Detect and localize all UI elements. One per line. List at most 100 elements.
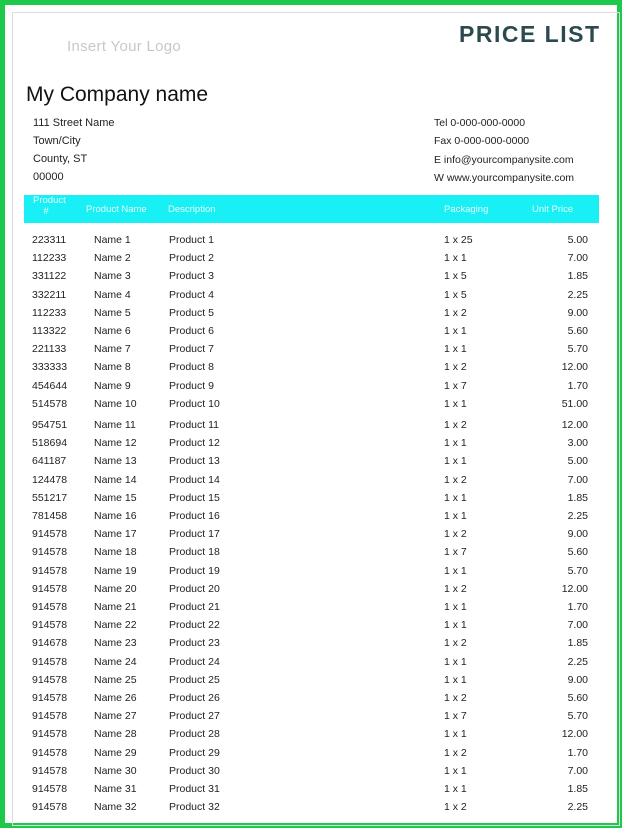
- row-code: 914578: [32, 747, 68, 759]
- row-description: Product 17: [169, 528, 220, 540]
- row-price: 1.85: [567, 637, 588, 649]
- table-row: 331122 Name 3 Product 3 1 x 5 1.85: [0, 270, 600, 286]
- table-row: 914578 Name 17 Product 17 1 x 2 9.00: [0, 528, 600, 544]
- row-price: 1.70: [567, 601, 588, 613]
- row-description: Product 19: [169, 565, 220, 577]
- row-name: Name 32: [94, 801, 137, 813]
- row-packaging: 1 x 1: [444, 565, 467, 577]
- table-row: 112233 Name 2 Product 2 1 x 1 7.00: [0, 252, 600, 268]
- row-description: Product 16: [169, 510, 220, 522]
- contact-email: E info@yourcompanysite.com: [434, 154, 574, 166]
- row-price: 2.25: [567, 510, 588, 522]
- row-description: Product 5: [169, 307, 214, 319]
- row-name: Name 21: [94, 601, 137, 613]
- row-name: Name 24: [94, 656, 137, 668]
- row-price: 5.00: [567, 234, 588, 246]
- row-price: 12.00: [561, 728, 588, 740]
- row-description: Product 4: [169, 289, 214, 301]
- address-street: 111 Street Name: [33, 117, 115, 129]
- row-description: Product 22: [169, 619, 220, 631]
- row-description: Product 13: [169, 455, 220, 467]
- row-price: 1.85: [567, 492, 588, 504]
- table-row: 781458 Name 16 Product 16 1 x 1 2.25: [0, 510, 600, 526]
- row-name: Name 10: [94, 398, 137, 410]
- table-row: 914578 Name 29 Product 29 1 x 2 1.70: [0, 747, 600, 763]
- row-name: Name 11: [94, 419, 136, 431]
- row-packaging: 1 x 2: [444, 307, 467, 319]
- row-description: Product 9: [169, 380, 214, 392]
- row-price: 5.60: [567, 325, 588, 337]
- row-name: Name 30: [94, 765, 137, 777]
- row-packaging: 1 x 7: [444, 380, 467, 392]
- row-name: Name 23: [94, 637, 137, 649]
- row-description: Product 27: [169, 710, 220, 722]
- row-code: 914578: [32, 619, 68, 631]
- row-code: 113322: [32, 325, 67, 337]
- row-price: 7.00: [567, 765, 588, 777]
- row-name: Name 18: [94, 546, 137, 558]
- row-packaging: 1 x 1: [444, 252, 467, 264]
- row-description: Product 28: [169, 728, 220, 740]
- logo-placeholder: Insert Your Logo: [67, 38, 182, 55]
- row-price: 12.00: [561, 361, 588, 373]
- row-name: Name 27: [94, 710, 137, 722]
- row-packaging: 1 x 2: [444, 692, 467, 704]
- row-name: Name 9: [94, 380, 131, 392]
- row-price: 1.70: [567, 747, 588, 759]
- row-price: 7.00: [567, 252, 588, 264]
- row-name: Name 15: [94, 492, 137, 504]
- row-packaging: 1 x 2: [444, 361, 467, 373]
- table-row: 112233 Name 5 Product 5 1 x 2 9.00: [0, 307, 600, 323]
- table-row: 914578 Name 30 Product 30 1 x 1 7.00: [0, 765, 600, 781]
- row-description: Product 6: [169, 325, 214, 337]
- row-code: 551217: [32, 492, 68, 504]
- table-row: 221133 Name 7 Product 7 1 x 1 5.70: [0, 343, 600, 359]
- table-row: 518694 Name 12 Product 12 1 x 1 3.00: [0, 437, 600, 453]
- row-code: 914578: [32, 765, 68, 777]
- address-county: County, ST: [33, 153, 88, 165]
- row-packaging: 1 x 5: [444, 289, 467, 301]
- row-description: Product 18: [169, 546, 220, 558]
- row-packaging: 1 x 2: [444, 801, 467, 813]
- row-name: Name 22: [94, 619, 137, 631]
- row-code: 454644: [32, 380, 68, 392]
- row-packaging: 1 x 1: [444, 492, 467, 504]
- contact-tel: Tel 0-000-000-0000: [434, 117, 526, 129]
- row-packaging: 1 x 1: [444, 765, 467, 777]
- table-row: 914578 Name 20 Product 20 1 x 2 12.00: [0, 583, 600, 599]
- row-packaging: 1 x 5: [444, 270, 467, 282]
- row-name: Name 28: [94, 728, 137, 740]
- row-packaging: 1 x 1: [444, 325, 467, 337]
- row-price: 5.60: [567, 546, 588, 558]
- row-name: Name 31: [94, 783, 137, 795]
- row-code: 221133: [32, 343, 67, 355]
- row-code: 331122: [32, 270, 67, 282]
- row-packaging: 1 x 2: [444, 747, 467, 759]
- row-code: 914578: [32, 546, 68, 558]
- row-code: 914578: [32, 710, 68, 722]
- row-price: 5.00: [567, 455, 588, 467]
- row-code: 112233: [32, 252, 67, 264]
- row-packaging: 1 x 1: [444, 656, 467, 668]
- row-packaging: 1 x 25: [444, 234, 473, 246]
- row-price: 5.70: [567, 343, 588, 355]
- row-code: 914578: [32, 692, 68, 704]
- row-description: Product 24: [169, 656, 220, 668]
- row-price: 7.00: [567, 619, 588, 631]
- row-name: Name 29: [94, 747, 137, 759]
- column-header-packaging: Packaging: [444, 204, 489, 215]
- row-price: 5.70: [567, 565, 588, 577]
- row-name: Name 4: [94, 289, 131, 301]
- table-row: 914578 Name 27 Product 27 1 x 7 5.70: [0, 710, 600, 726]
- row-name: Name 1: [94, 234, 131, 246]
- row-price: 12.00: [561, 419, 588, 431]
- row-packaging: 1 x 2: [444, 528, 467, 540]
- table-row: 914578 Name 28 Product 28 1 x 1 12.00: [0, 728, 600, 744]
- row-packaging: 1 x 1: [444, 728, 467, 740]
- row-description: Product 11: [169, 419, 220, 431]
- column-header-description: Description: [168, 204, 216, 215]
- row-packaging: 1 x 1: [444, 783, 467, 795]
- row-price: 5.60: [567, 692, 588, 704]
- table-row: 914578 Name 25 Product 25 1 x 1 9.00: [0, 674, 600, 690]
- table-row: 113322 Name 6 Product 6 1 x 1 5.60: [0, 325, 600, 341]
